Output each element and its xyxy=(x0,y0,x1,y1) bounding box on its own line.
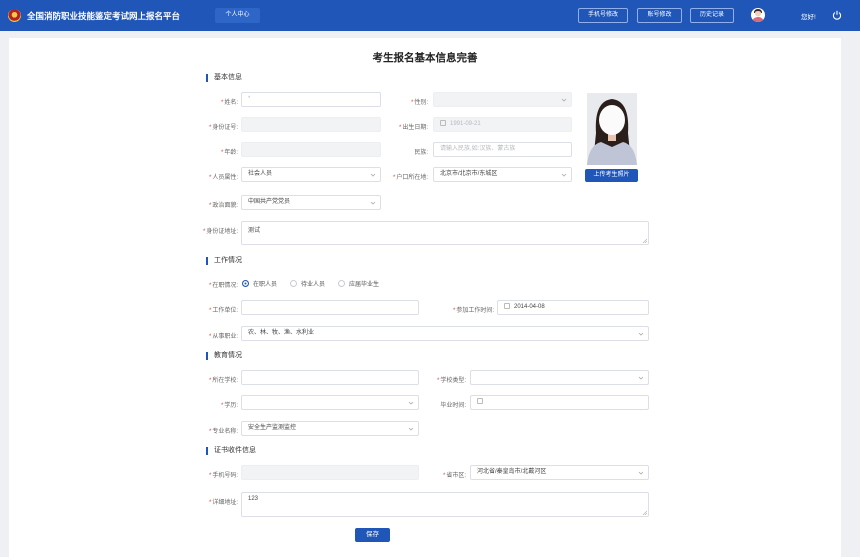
chevron-down-icon xyxy=(561,173,567,177)
id-address-textarea[interactable]: 测试 xyxy=(241,221,649,245)
chevron-down-icon xyxy=(408,401,414,405)
form-panel xyxy=(9,38,841,557)
section-basic-info: 基本信息 xyxy=(206,74,242,82)
gender-label: *性别: xyxy=(410,100,428,106)
major-select[interactable]: 安全生产监测监控 xyxy=(241,421,419,436)
occupation-select[interactable]: 农、林、牧、渔、水利业 xyxy=(241,326,649,341)
hukou-cascader[interactable]: 北京市/北京市/东城区 xyxy=(433,167,572,182)
employer-label: *工作单位: xyxy=(208,308,238,314)
fire-emblem-logo xyxy=(8,9,21,22)
region-cascader[interactable]: 河北省/秦皇岛市/北戴河区 xyxy=(470,465,649,480)
upload-photo-button[interactable]: 上传考生照片 xyxy=(585,169,638,182)
radio-dot xyxy=(290,280,297,287)
detail-address-textarea[interactable]: 123 xyxy=(241,492,649,517)
save-button[interactable]: 保存 xyxy=(355,528,390,542)
chevron-down-icon xyxy=(370,201,376,205)
school-type-select[interactable] xyxy=(470,370,649,385)
chevron-down-icon xyxy=(638,332,644,336)
resize-grip-icon[interactable] xyxy=(642,510,647,515)
school-input[interactable] xyxy=(241,370,419,385)
work-start-label: *参加工作时间: xyxy=(452,308,494,314)
site-title: 全国消防职业技能鉴定考试网上报名平台 xyxy=(27,11,181,21)
section-education-info: 教育情况 xyxy=(206,352,242,360)
major-label: *专业名称: xyxy=(208,429,238,435)
top-bar: 全国消防职业技能鉴定考试网上报名平台 个人中心 手机号修改 账号修改 历史记录 … xyxy=(0,0,860,31)
section-certificate-mailing: 证书收件信息 xyxy=(206,447,256,455)
category-label: *人员属性: xyxy=(208,175,238,181)
chevron-down-icon xyxy=(408,427,414,431)
school-type-label: *学校类型: xyxy=(436,378,466,384)
name-label: *姓名: xyxy=(220,100,238,106)
phone-modify-button[interactable]: 手机号修改 xyxy=(578,8,628,23)
applicant-photo xyxy=(587,93,637,165)
work-start-date-input[interactable]: 2014-04-08 xyxy=(497,300,649,315)
gender-select[interactable] xyxy=(433,92,572,107)
age-input[interactable] xyxy=(241,142,381,157)
radio-dot xyxy=(338,280,345,287)
section-work-info: 工作情况 xyxy=(206,257,242,265)
id-number-input[interactable] xyxy=(241,117,381,132)
calendar-icon xyxy=(504,303,510,309)
account-modify-button[interactable]: 账号修改 xyxy=(637,8,682,23)
phone-input[interactable] xyxy=(241,465,419,480)
chevron-down-icon xyxy=(638,376,644,380)
user-avatar[interactable] xyxy=(751,8,765,22)
category-select[interactable]: 社会人员 xyxy=(241,167,381,182)
logout-power-icon[interactable] xyxy=(832,10,842,20)
id-address-label: *身份证地址: xyxy=(202,229,238,235)
graduation-date-input[interactable] xyxy=(470,395,649,410)
region-label: *省市区: xyxy=(442,473,466,479)
age-label: *年龄: xyxy=(220,150,238,156)
detail-address-label: *详细地址: xyxy=(208,500,238,506)
graduation-label: 毕业时间: xyxy=(440,403,466,409)
political-status-select[interactable]: 中国共产党党员 xyxy=(241,195,381,210)
name-input[interactable]: * xyxy=(241,92,381,107)
radio-employed[interactable]: 在职人员 xyxy=(242,279,277,288)
ethnicity-input[interactable]: 请输入民族,如:汉族、蒙古族 xyxy=(433,142,572,157)
chevron-down-icon xyxy=(561,98,567,102)
ethnicity-label: 民族: xyxy=(414,150,428,156)
resize-grip-icon[interactable] xyxy=(642,238,647,243)
calendar-icon xyxy=(440,120,446,126)
id-number-label: *身份证号: xyxy=(208,125,238,131)
radio-graduate[interactable]: 应届毕业生 xyxy=(338,279,379,288)
greeting-text: 您好! xyxy=(801,14,816,21)
employment-status-label: *在职情况: xyxy=(208,283,238,289)
birth-date-input[interactable]: 1991-09-21 xyxy=(433,117,572,132)
history-button[interactable]: 历史记录 xyxy=(690,8,734,23)
hukou-label: *户口所在地: xyxy=(392,175,428,181)
radio-dot-selected xyxy=(242,280,249,287)
calendar-icon xyxy=(477,398,483,404)
occupation-label: *从事职业: xyxy=(208,334,238,340)
birth-date-label: *出生日期: xyxy=(398,125,428,131)
radio-unemployed[interactable]: 待业人员 xyxy=(290,279,325,288)
page-title: 考生报名基本信息完善 xyxy=(372,52,478,64)
degree-label: *学历: xyxy=(220,403,238,409)
political-status-label: *政治面貌: xyxy=(208,203,238,209)
personal-center-button[interactable]: 个人中心 xyxy=(215,8,260,23)
employer-input[interactable] xyxy=(241,300,419,315)
phone-label: *手机号码: xyxy=(208,473,238,479)
school-label: *所在学校: xyxy=(208,378,238,384)
degree-select[interactable] xyxy=(241,395,419,410)
chevron-down-icon xyxy=(638,471,644,475)
